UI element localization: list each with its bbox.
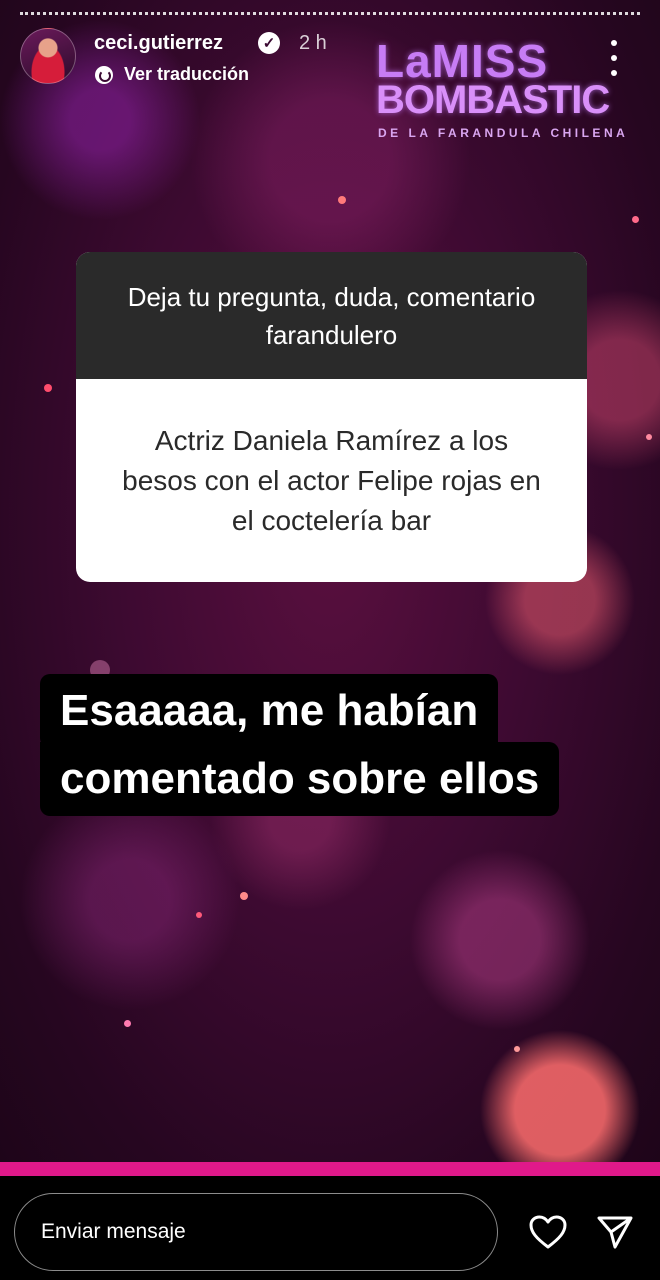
more-options-icon[interactable] <box>610 40 618 76</box>
question-prompt-text: Deja tu pregunta, duda, comentario faran… <box>127 281 536 350</box>
translate-link[interactable]: Ver traducción <box>124 64 249 85</box>
logo-line-3: DE LA FARANDULA CHILENA <box>378 126 629 140</box>
story-progress-bar <box>20 12 640 15</box>
translate-icon[interactable] <box>95 66 113 84</box>
question-prompt: Deja tu pregunta, duda, comentario faran… <box>76 252 587 379</box>
reply-bar: Enviar mensaje <box>0 1176 660 1280</box>
bokeh-dot <box>240 892 248 900</box>
caption-line-1: Esaaaaa, me habían <box>40 674 499 748</box>
bokeh-dot <box>44 384 52 392</box>
send-message-input[interactable]: Enviar mensaje <box>14 1193 498 1271</box>
question-answer: Actriz Daniela Ramírez a los besos con e… <box>76 379 587 582</box>
bokeh-dot <box>646 434 652 440</box>
post-time: 2 h <box>299 32 327 54</box>
logo-line-2: BOMBASTIC <box>376 78 610 122</box>
send-icon[interactable] <box>596 1214 634 1250</box>
bokeh-dot <box>124 1020 131 1027</box>
verified-badge-icon: ✓ <box>258 32 280 54</box>
bokeh-dot <box>514 1046 520 1052</box>
username[interactable]: ceci.gutierrez <box>94 32 223 55</box>
caption-line-2: comentado sobre ellos <box>40 742 560 816</box>
bokeh-dot <box>338 196 346 204</box>
heart-icon[interactable] <box>528 1214 568 1250</box>
bokeh-dot <box>632 216 639 223</box>
question-answer-text: Actriz Daniela Ramírez a los besos con e… <box>122 424 541 536</box>
miss-bombastic-logo: LaMISS BOMBASTIC DE LA FARANDULA CHILENA <box>370 34 625 144</box>
question-sticker[interactable]: Deja tu pregunta, duda, comentario faran… <box>76 252 587 582</box>
avatar[interactable] <box>20 28 76 84</box>
bokeh-dot <box>196 912 202 918</box>
story-progress-fill <box>0 1162 660 1176</box>
story-background[interactable]: ceci.gutierrez ✓ 2 h Ver traducción LaMI… <box>0 0 660 1162</box>
